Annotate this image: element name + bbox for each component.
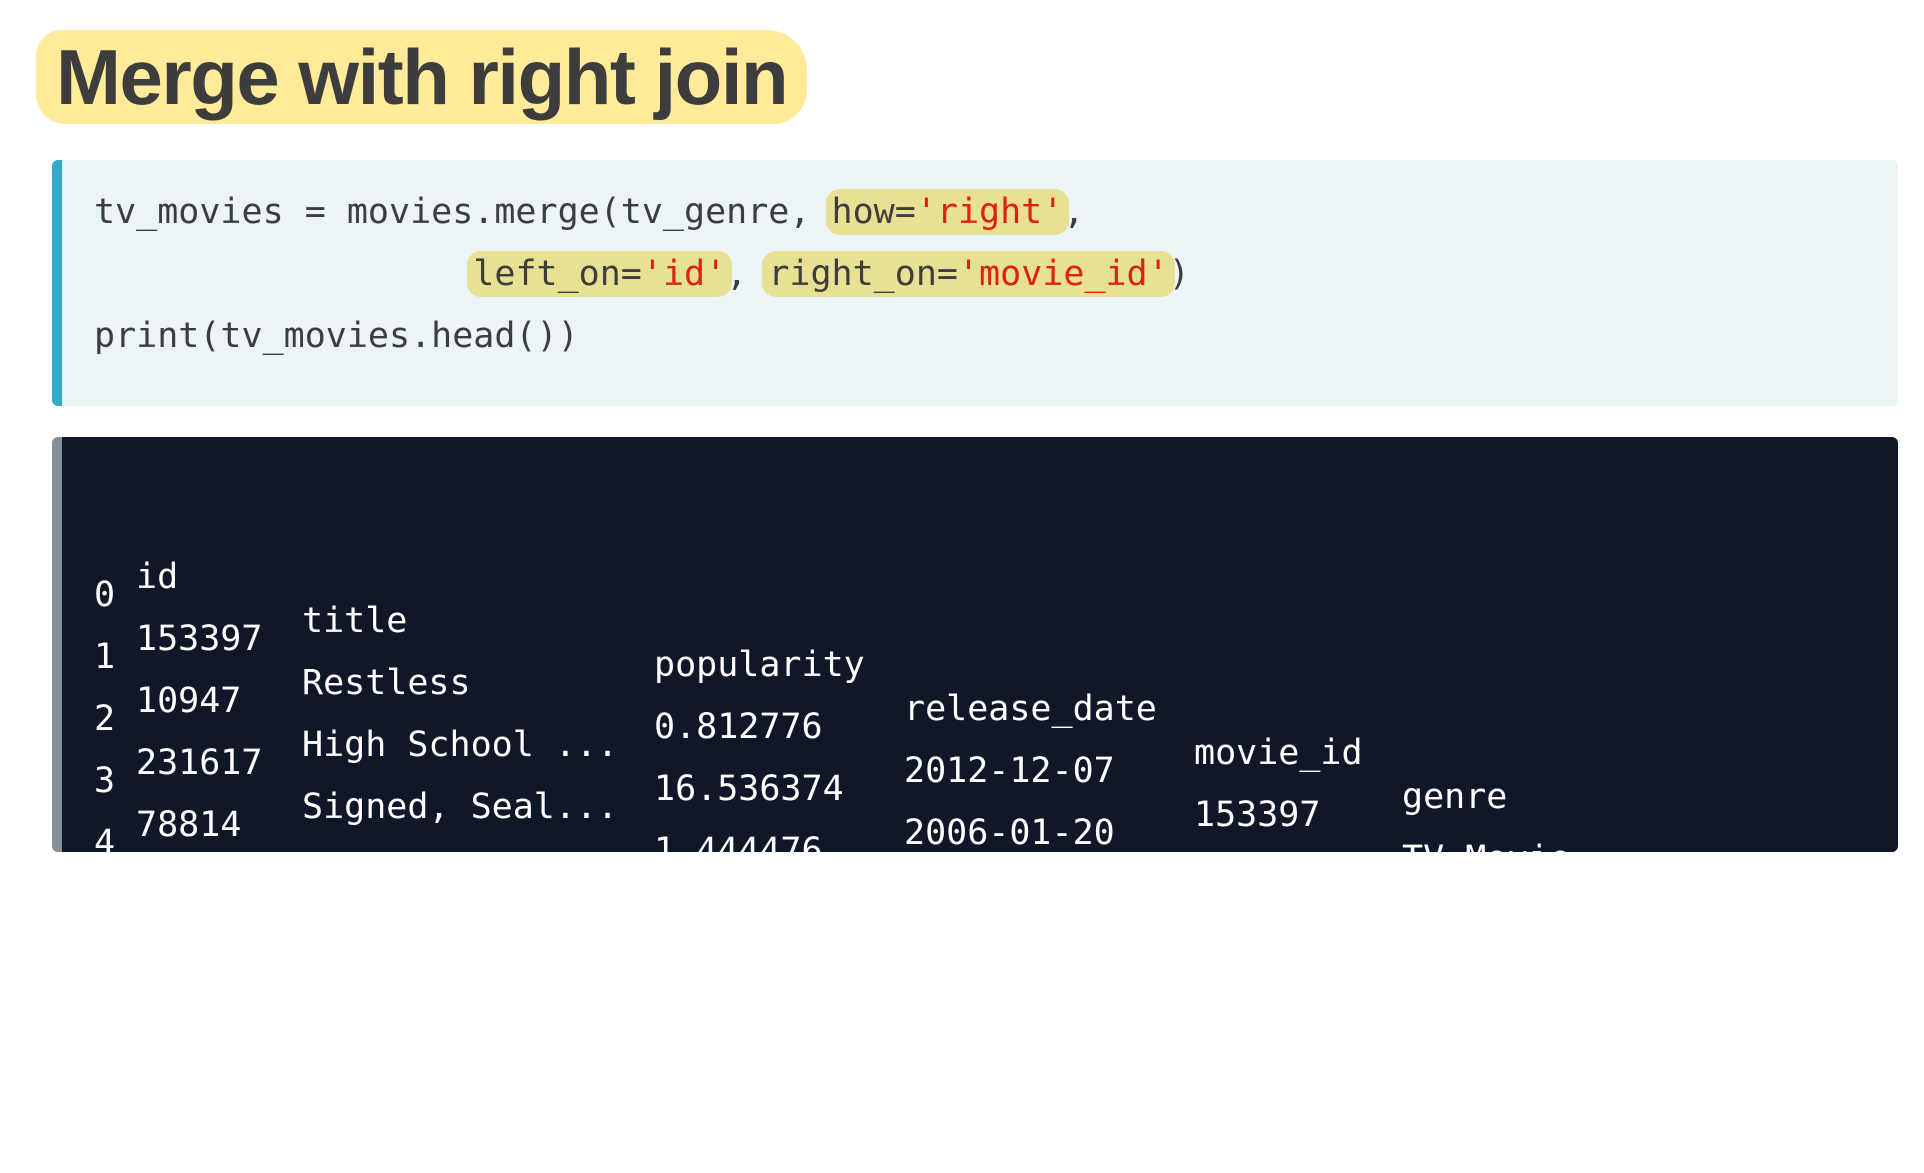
left-on-value: 'id' bbox=[641, 254, 727, 294]
header-popularity: popularity bbox=[654, 645, 865, 685]
cell-genre: TV Movie bbox=[1402, 901, 1571, 941]
code-line-1: tv_movies = movies.merge(tv_genre, how='… bbox=[94, 189, 1085, 235]
right-on-keyword: right_on= bbox=[768, 254, 958, 294]
table-row: 4 158150 How to Fall ... 1.923514 2012-0… bbox=[94, 777, 1571, 1173]
cell-release-date: 2011-11-12 bbox=[904, 937, 1115, 977]
header-movie-id: movie_id bbox=[1194, 733, 1363, 773]
code-line-3: print(tv_movies.head()) bbox=[94, 316, 579, 356]
cell-popularity: 1.923514 bbox=[654, 955, 823, 995]
cell-movie-id: 153397 bbox=[1194, 795, 1321, 835]
cell-release-date: 2012-12-07 bbox=[904, 751, 1115, 791]
header-title: title bbox=[302, 601, 408, 641]
cell-title: We Have Your... bbox=[302, 849, 619, 889]
code-punct: ) bbox=[1168, 254, 1190, 294]
cell-release-date: 2012-07-21 bbox=[904, 999, 1115, 1039]
cell-movie-id: 10947 bbox=[1194, 857, 1300, 897]
cell-title: Restless bbox=[302, 663, 471, 703]
how-keyword: how= bbox=[831, 192, 916, 232]
cell-popularity: 16.536374 bbox=[654, 769, 844, 809]
right-on-value: 'movie_id' bbox=[957, 254, 1169, 294]
cell-genre: TV Movie bbox=[1402, 839, 1571, 879]
header-release-date: release_date bbox=[904, 689, 1157, 729]
cell-title: How to Fall ... bbox=[302, 911, 619, 951]
cell-title: High School ... bbox=[302, 725, 619, 765]
cell-genre: TV Movie bbox=[1402, 1025, 1571, 1065]
how-value: 'right' bbox=[915, 192, 1064, 232]
cell-title: Signed, Seal... bbox=[302, 787, 619, 827]
cell-popularity: 1.444476 bbox=[654, 831, 823, 871]
cell-release-date: 2013-10-13 bbox=[904, 875, 1115, 915]
cell-id: 158150 bbox=[136, 867, 263, 907]
code-punct: , bbox=[1063, 192, 1085, 232]
cell-popularity: 0.102003 bbox=[654, 893, 823, 933]
slide-title: Merge with right join bbox=[56, 33, 789, 121]
how-argument-highlight: how='right' bbox=[825, 189, 1070, 235]
output-block: id title popularity release_date movie_i… bbox=[52, 437, 1898, 1127]
right-on-argument-highlight: right_on='movie_id' bbox=[762, 251, 1175, 297]
cell-popularity: 0.812776 bbox=[654, 707, 823, 747]
left-on-argument-highlight: left_on='id' bbox=[467, 251, 733, 297]
cell-movie-id: 231617 bbox=[1194, 919, 1321, 959]
cell-index: 4 bbox=[94, 823, 116, 863]
cell-movie-id: 78814 bbox=[1194, 981, 1300, 1021]
code-block: tv_movies = movies.merge(tv_genre, how='… bbox=[52, 160, 1898, 406]
cell-release-date: 2006-01-20 bbox=[904, 813, 1115, 853]
title-highlight: Merge with right join bbox=[36, 30, 808, 124]
code-line-2: left_on='id', right_on='movie_id') bbox=[94, 251, 1190, 297]
header-genre: genre bbox=[1402, 777, 1508, 817]
cell-genre: TV Movie bbox=[1402, 1087, 1571, 1127]
left-on-keyword: left_on= bbox=[473, 254, 642, 294]
cell-genre: TV Movie bbox=[1402, 963, 1571, 1003]
cell-movie-id: 158150 bbox=[1194, 1043, 1321, 1083]
code-text: tv_movies = movies.merge(tv_genre, bbox=[94, 192, 832, 232]
